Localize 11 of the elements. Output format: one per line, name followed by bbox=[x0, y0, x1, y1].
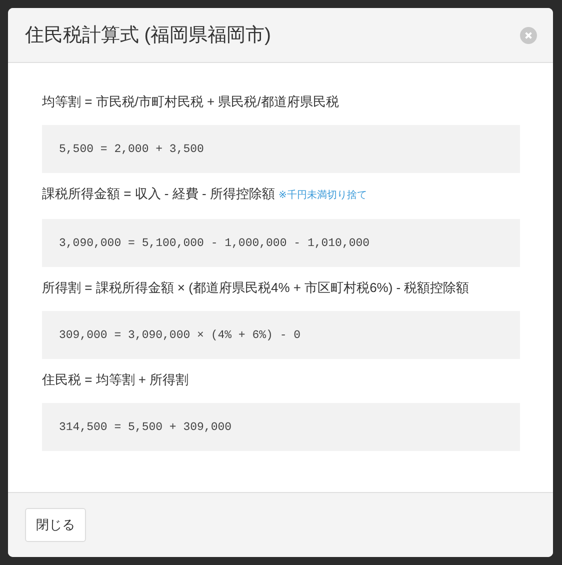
formula-text: 住民税 = 均等割 + 所得割 bbox=[42, 371, 190, 389]
close-button[interactable]: 閉じる bbox=[25, 508, 86, 542]
formula-text: 均等割 = 市民税/市町村民税 + 県民税/都道府県民税 bbox=[42, 93, 340, 111]
calculation-block: 309,000 = 3,090,000 × (4% + 6%) - 0 bbox=[42, 311, 520, 359]
calculation-block: 3,090,000 = 5,100,000 - 1,000,000 - 1,010,000 bbox=[42, 219, 520, 267]
formula-text: 所得割 = 課税所得金額 × (都道府県民税4% + 市区町村税6%) - 税額控除額 bbox=[42, 279, 470, 297]
close-icon[interactable] bbox=[520, 26, 537, 44]
calculation-block: 5,500 = 2,000 + 3,500 bbox=[42, 125, 520, 173]
dialog-title: 住民税計算式 (福岡県福岡市) bbox=[25, 24, 271, 48]
calculation-block: 314,500 = 5,500 + 309,000 bbox=[42, 403, 520, 451]
formula-text: 課税所得金額 = 収入 - 経費 - 所得控除額 ※千円未満切り捨て bbox=[42, 185, 368, 203]
